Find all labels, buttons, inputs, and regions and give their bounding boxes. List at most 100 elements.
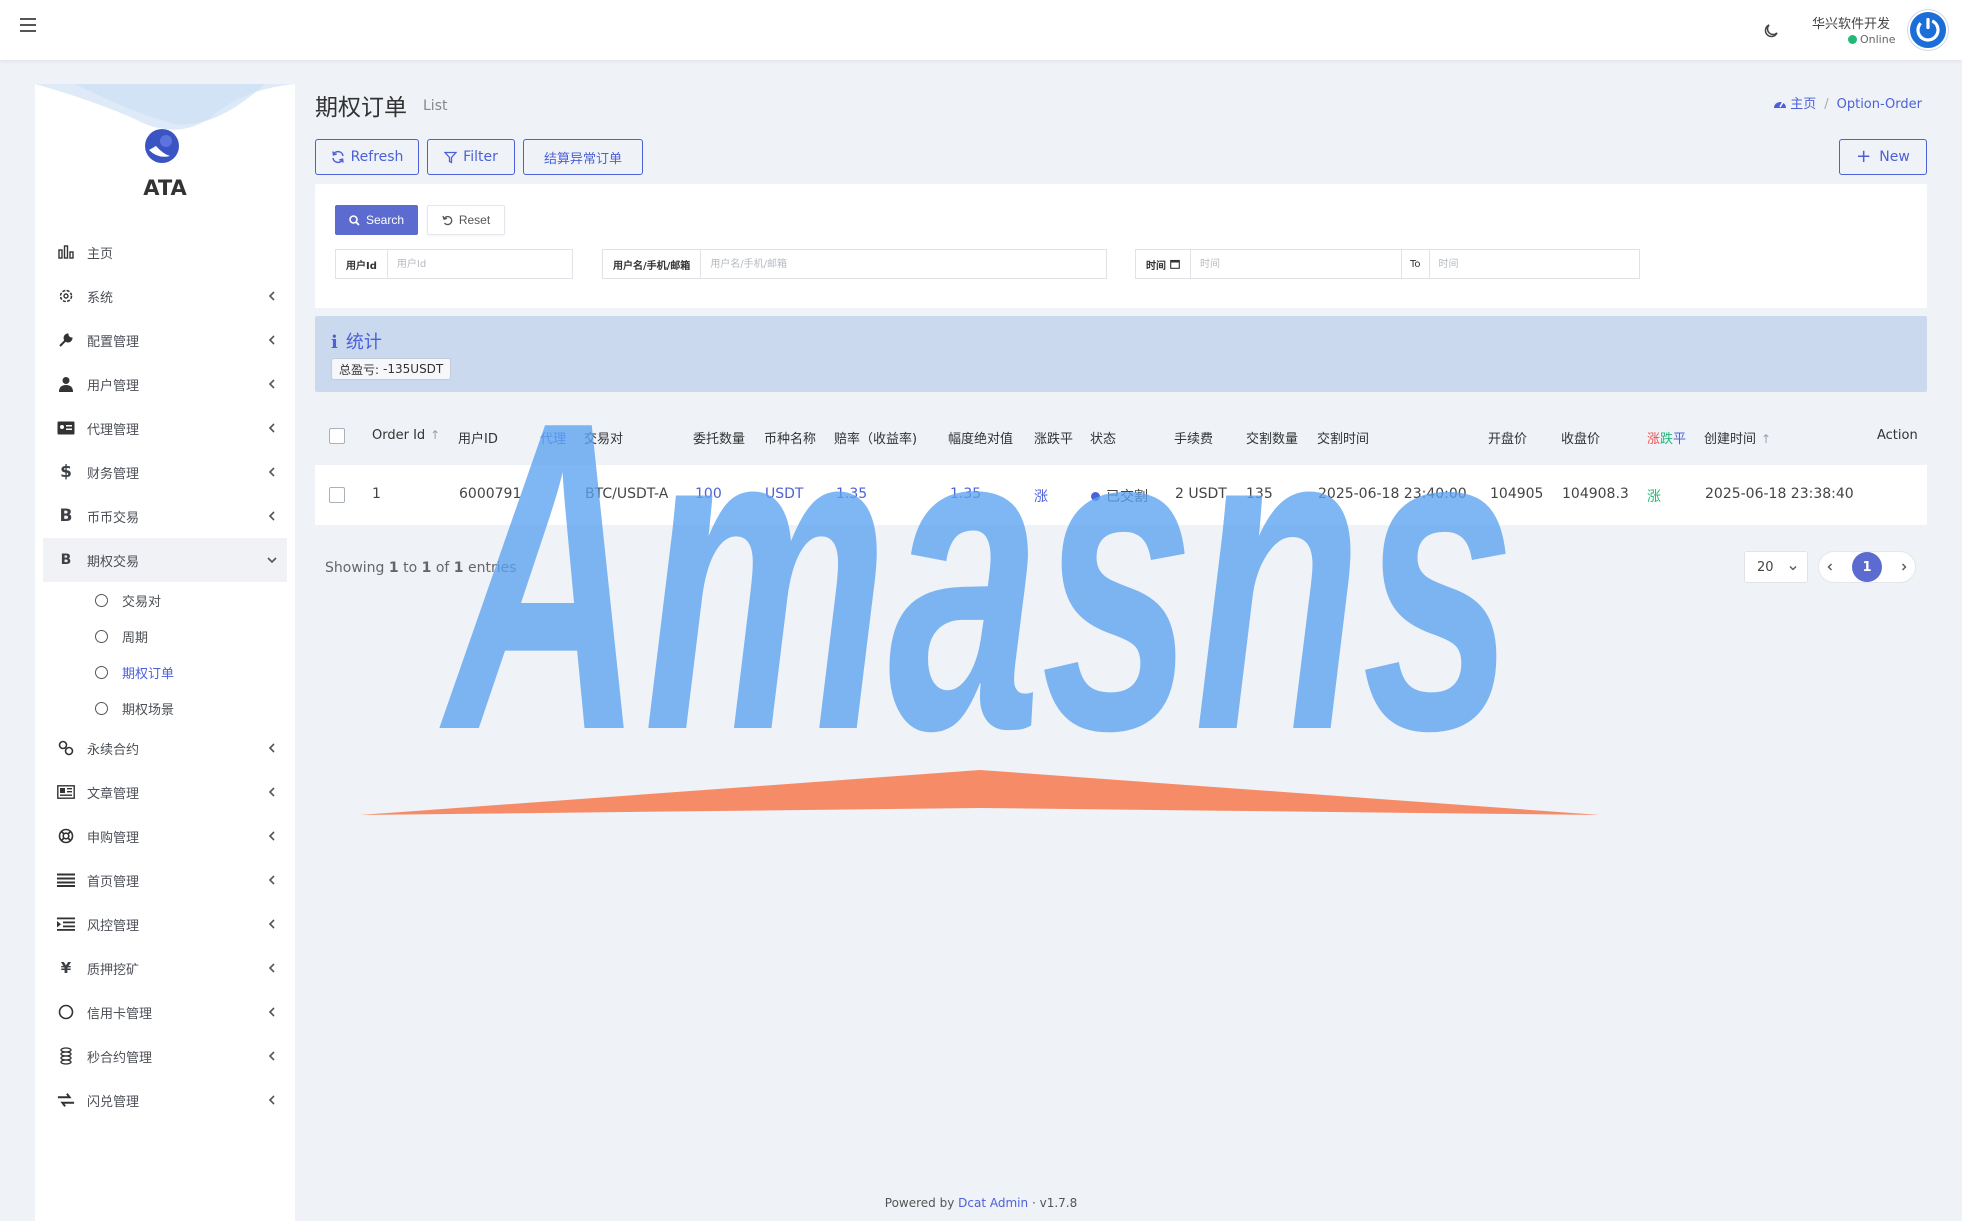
brand-logo-icon [145, 129, 179, 163]
reset-button[interactable]: Reset [427, 205, 505, 235]
page-button-current[interactable]: 1 [1852, 552, 1882, 582]
sidebar-item-credit-card[interactable]: 信用卡管理 [35, 990, 295, 1034]
user-id-filter: 用户Id [335, 249, 573, 279]
exchange-icon [57, 1091, 75, 1109]
cell-delivery-time: 2025-06-18 23:40:00 [1318, 486, 1467, 502]
sidebar-item-users[interactable]: 用户管理 [35, 362, 295, 406]
indent-icon [57, 915, 75, 933]
dark-mode-icon[interactable] [1762, 22, 1780, 40]
cell-currency: USDT [765, 486, 804, 502]
pagination-summary: Showing 1 to 1 of 1 entries [325, 560, 517, 576]
time-start-input[interactable] [1191, 250, 1401, 278]
col-result: 涨跌平 [1647, 432, 1687, 447]
select-all-checkbox[interactable] [329, 428, 345, 444]
sidebar-item-staking[interactable]: ¥ 质押挖矿 [35, 946, 295, 990]
chevron-left-icon [268, 831, 275, 841]
col-amplitude: 幅度绝对值 [948, 432, 1014, 447]
user-filter: 用户名/手机/邮箱 [602, 249, 1107, 279]
power-icon [1916, 18, 1940, 42]
sidebar-item-finance[interactable]: $ 财务管理 [35, 450, 295, 494]
chevron-left-icon [268, 1007, 275, 1017]
top-navbar: 华兴软件开发 Online [0, 0, 1962, 60]
cell-close-price: 104908.3 [1562, 486, 1629, 502]
coins-icon [57, 1047, 75, 1065]
footer: Powered by Dcat Admin · v1.7.8 [884, 1196, 1078, 1210]
chevron-left-icon [268, 787, 275, 797]
calendar-icon [1170, 259, 1180, 269]
cell-delivery-qty: 135 [1246, 486, 1273, 502]
settle-abnormal-button[interactable]: 结算异常订单 [523, 139, 643, 175]
sidebar: ATA 主页 系统 配置管理 用户管理 代理管理 $ 财务管理 B 币币交易 B… [35, 84, 295, 1221]
col-status: 状态 [1090, 432, 1117, 447]
user-name[interactable]: 华兴软件开发 [1812, 13, 1890, 32]
dcat-admin-link[interactable]: Dcat Admin [958, 1196, 1028, 1210]
row-checkbox[interactable] [329, 487, 345, 503]
bitcoin-icon: B [60, 552, 72, 568]
filter-panel: Search Reset 用户Id 用户名/手机/邮箱 时间 To [315, 184, 1927, 308]
sidebar-item-second-contract[interactable]: 秒合约管理 [35, 1034, 295, 1078]
sidebar-item-config[interactable]: 配置管理 [35, 318, 295, 362]
chevron-left-icon [268, 1051, 275, 1061]
sidebar-item-flash-exchange[interactable]: 闪兑管理 [35, 1078, 295, 1122]
menu-toggle-icon[interactable] [20, 18, 36, 32]
watermark-swoosh [360, 770, 1600, 815]
cell-amplitude: 1.35 [950, 486, 982, 502]
sidebar-subitem-trading-pair[interactable]: 交易对 [35, 582, 295, 618]
chevron-left-icon [268, 963, 275, 973]
yen-icon: ¥ [60, 959, 72, 977]
sidebar-subitem-period[interactable]: 周期 [35, 618, 295, 654]
time-end-input[interactable] [1429, 250, 1630, 278]
new-button[interactable]: + New [1839, 139, 1927, 175]
sort-icon: ↑ [1761, 432, 1772, 446]
circle-icon [57, 1003, 75, 1021]
circle-icon [95, 593, 108, 607]
user-input[interactable] [701, 250, 1102, 278]
sidebar-menu: 主页 系统 配置管理 用户管理 代理管理 $ 财务管理 B 币币交易 B 期权交… [35, 230, 295, 1122]
per-page-select[interactable]: 20 [1744, 551, 1808, 583]
cell-created-at: 2025-06-18 23:38:40 [1705, 486, 1854, 502]
user-icon [57, 375, 75, 393]
breadcrumb-current: Option-Order [1836, 97, 1922, 112]
col-order-id[interactable]: Order Id ↑ [372, 428, 440, 443]
cell-fee: 2 USDT [1175, 486, 1227, 502]
info-icon: i [331, 332, 338, 353]
col-direction: 涨跌平 [1034, 432, 1074, 447]
user-label: 用户名/手机/邮箱 [603, 250, 702, 278]
sidebar-item-agents[interactable]: 代理管理 [35, 406, 295, 450]
chevron-left-icon[interactable] [1825, 562, 1835, 572]
col-user-id: 用户ID [458, 432, 498, 447]
user-id-input[interactable] [387, 250, 568, 278]
breadcrumb-home[interactable]: 主页 [1773, 97, 1816, 112]
sidebar-item-home[interactable]: 主页 [35, 230, 295, 274]
sidebar-item-risk-control[interactable]: 风控管理 [35, 902, 295, 946]
col-created-at[interactable]: 创建时间 ↑ [1704, 428, 1771, 447]
online-dot-icon [1848, 35, 1857, 44]
col-action: Action [1877, 428, 1918, 443]
link-icon [57, 739, 75, 757]
chevron-down-icon [267, 557, 277, 564]
chevron-left-icon [268, 467, 275, 477]
sidebar-subitem-option-order[interactable]: 期权订单 [35, 654, 295, 690]
sidebar-item-options-trading[interactable]: B 期权交易 [43, 538, 287, 582]
watermark-text: Amasns [436, 331, 1515, 822]
chevron-left-icon [268, 743, 275, 753]
sidebar-item-articles[interactable]: 文章管理 [35, 770, 295, 814]
chevron-right-icon[interactable] [1899, 562, 1909, 572]
newspaper-icon [57, 783, 75, 801]
table-row: 1 6000791 BTC/USDT-A 100 USDT 1.35 1.35 … [315, 465, 1927, 525]
sidebar-item-perpetual[interactable]: 永续合约 [35, 726, 295, 770]
search-icon [349, 214, 360, 226]
undo-icon [442, 215, 453, 225]
sidebar-item-subscription[interactable]: 申购管理 [35, 814, 295, 858]
table-header: Order Id ↑ 用户ID 代理 交易对 委托数量 币种名称 赔率（收益率) … [315, 416, 1927, 456]
sidebar-subitem-option-scene[interactable]: 期权场景 [35, 690, 295, 726]
avatar[interactable] [1908, 10, 1948, 50]
refresh-button[interactable]: Refresh [315, 139, 419, 175]
sidebar-item-spot-trading[interactable]: B 币币交易 [35, 494, 295, 538]
list-icon [57, 871, 75, 889]
sidebar-item-system[interactable]: 系统 [35, 274, 295, 318]
search-button[interactable]: Search [335, 205, 418, 235]
sidebar-item-homepage[interactable]: 首页管理 [35, 858, 295, 902]
filter-button[interactable]: Filter [427, 139, 515, 175]
page-title: 期权订单 [315, 95, 407, 121]
